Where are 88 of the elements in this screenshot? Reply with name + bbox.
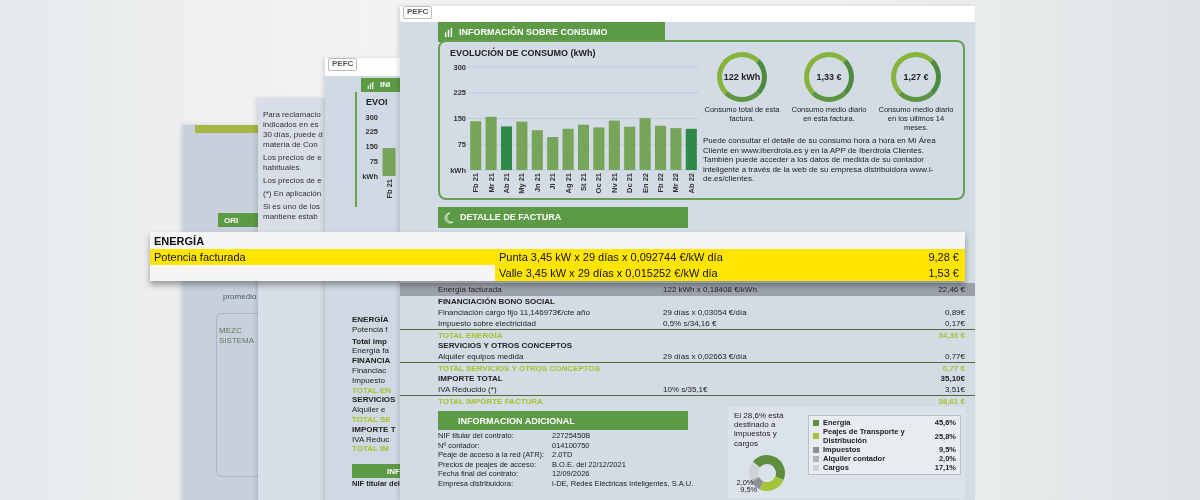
amount-cell: 35,10€ [940, 374, 965, 383]
detail-cell-text: 0,5% s/34,16 € [663, 319, 718, 328]
row-label: IVA Reduc [352, 434, 390, 445]
bar-chart-icon [367, 81, 374, 89]
chart-bar [500, 126, 513, 170]
detail-cell-text: 29 días x 0,02663 €/día [663, 352, 748, 361]
chart-bar [670, 127, 682, 170]
amount-cell: 0,17€ [944, 319, 965, 328]
concept-cell-text: Financiación cargo fijo 11,146973€/cte año [438, 308, 591, 317]
row-label: TOTAL IM [352, 444, 389, 455]
concept-cell-text: IVA Reducido (*) [438, 385, 498, 394]
box-title-line: SISTEMA [219, 335, 256, 346]
banner-amount: 9,28 € [875, 249, 965, 265]
concept-cell-text: FINANCIACIÓN BONO SOCIAL [438, 297, 556, 306]
bar-chart-icon [444, 27, 453, 37]
row-label: IMPORTE T [352, 424, 396, 435]
concept-cell-text: TOTAL ENERGÍA [438, 330, 504, 340]
crescent-icon [444, 211, 454, 224]
chart-title: EVOI [365, 97, 389, 108]
section-title: INI [380, 80, 391, 90]
row-label: TOTAL SE [352, 415, 391, 425]
banner-detail: Valle 3,45 kW x 29 días x 0,015252 €/kW día [495, 265, 875, 281]
pefc-logo: PEFC [328, 58, 358, 71]
row-label: SERVICIOS [352, 395, 396, 406]
row-label: FINANCIA [352, 356, 391, 366]
concept-cell-text: Alquiler equipos medida [438, 352, 525, 361]
row-label: Energía fa [352, 346, 389, 357]
amount-cell: 34,33 € [938, 330, 965, 340]
box-title-line: MEZC [219, 326, 243, 336]
amount-cell: 0,77 € [942, 363, 965, 373]
row-label: Potencia f [352, 324, 388, 335]
section-title: DETALLE DE FACTURA [460, 212, 562, 223]
chart-bar [531, 129, 543, 170]
amount-cell: 38,61 € [938, 396, 965, 406]
pefc-logo: PEFC [403, 6, 433, 19]
notice-paragraph: Los precios de e [263, 176, 323, 186]
chart-bar [382, 147, 396, 176]
notice-paragraph: (*) En aplicación [263, 189, 323, 199]
chart-bar [516, 121, 528, 170]
amount-cell: 0,89€ [944, 308, 965, 317]
concept-cell-text: SERVICIOS Y OTROS CONCEPTOS [438, 341, 574, 350]
notice-paragraph: Si es uno de los mantiene estab [263, 202, 321, 222]
stat-ring: 122 kWh [717, 52, 767, 102]
detail-cell-text: 122 kWh x 0,18408 €/kWh [663, 285, 758, 294]
row-label: Alquiler e [352, 405, 386, 415]
banner-heading: ENERGÍA [150, 232, 965, 249]
stat-ring: 1,33 € [804, 52, 854, 102]
chart-title: EVOLUCIÓN DE CONSUMO (kWh) [449, 46, 597, 59]
chart-bar [624, 126, 636, 170]
chart-bar [562, 128, 574, 170]
banner-label: Potencia facturada [150, 249, 495, 265]
page-text: promedio [223, 292, 257, 302]
amount-cell: 0,77€ [944, 352, 965, 361]
notice-paragraph: Para reclamacio indicados en es 30 días, puede d materia de Con [263, 110, 324, 150]
row-label: ENERGÍA [352, 315, 389, 325]
banner-detail: Punta 3,45 kW x 29 días x 0,092744 €/kW día [495, 249, 875, 265]
banner-amount: 1,53 € [875, 265, 965, 281]
section-title: INFORMACIÓN SOBRE CONSUMO [459, 26, 608, 38]
chart-bar [685, 128, 697, 170]
notice-paragraph: Los precios de e habituales. [263, 153, 323, 173]
detail-cell-text: 29 días x 0,03054 €/día [663, 308, 748, 317]
amount-cell: 3,51€ [944, 385, 965, 394]
row-label: TOTAL EN [352, 385, 392, 396]
chart-bar [608, 120, 620, 170]
chart-bar [485, 116, 497, 170]
detail-cell-text: 10% s/35,1€ [663, 385, 709, 394]
consumption-note: Puede consultar el detalle de su consumo hora a hora en Mi Área Cliente en www.iberdrola.es y en la APP de Iberdrola Clientes. También puede acceder a los datos de medida de su contador inteligente a través de la web de su empresa distribuidora www.i-de.es/clientes. [703, 136, 937, 184]
concept-cell-text: TOTAL SERVICIOS Y OTROS CONCEPTOS [438, 363, 602, 373]
row-label: Impuesto [352, 375, 385, 386]
row-label: Total imp [352, 336, 387, 347]
concept-cell-text: Impuesto sobre electricidad [438, 319, 537, 328]
chart-bar [547, 136, 559, 170]
concept-cell-text: IMPORTE TOTAL [438, 374, 504, 383]
chart-bar [470, 121, 482, 170]
page-accent-bar [195, 125, 258, 133]
chart-bar [577, 124, 590, 170]
chart-bar [654, 125, 667, 170]
breakdown-text: El 28,6% está destinado a impuestos y cargos [734, 411, 785, 448]
row-label: Financiac [352, 366, 387, 376]
section-header: INF [352, 464, 400, 479]
concept-cell-text: Energía facturada [438, 285, 503, 294]
stat-ring: 1,27 € [891, 52, 941, 102]
amount-cell: 22,46 € [938, 285, 965, 294]
concept-cell-text: TOTAL IMPORTE FACTURA [438, 396, 544, 406]
section-header: INFORMACION ADICIONAL [438, 411, 688, 430]
section-header: ORI [218, 213, 258, 227]
chart-bar [639, 117, 651, 170]
chart-bar [593, 127, 605, 170]
